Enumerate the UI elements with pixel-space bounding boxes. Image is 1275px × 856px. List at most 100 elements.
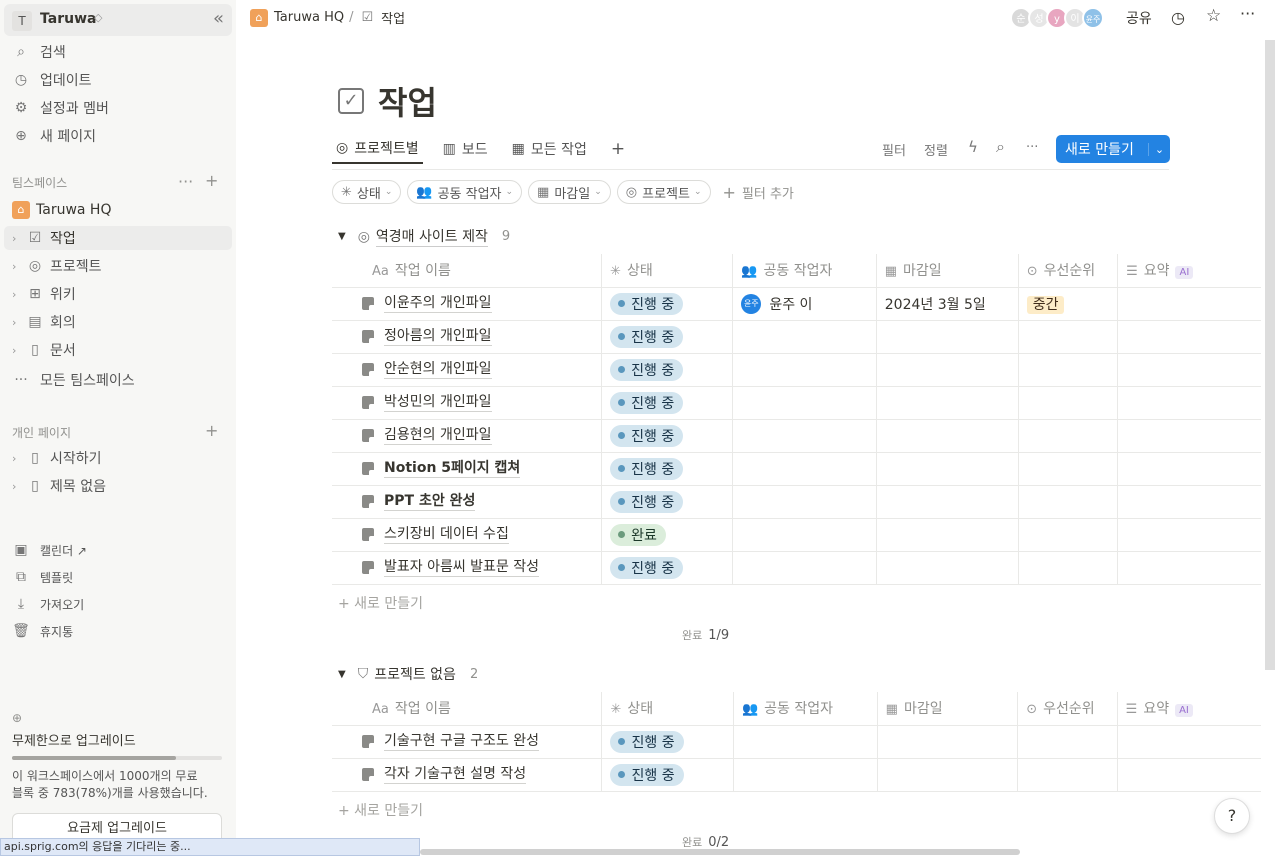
- workspace-switcher[interactable]: T Taruwa ◇ «: [4, 4, 232, 36]
- chevron-right-icon[interactable]: ›: [12, 344, 20, 357]
- priority-cell[interactable]: [1018, 518, 1119, 552]
- group-header[interactable]: ▼ ⛉ 프로젝트 없음 2: [338, 664, 478, 684]
- table-row[interactable]: 기술구현 구글 구조도 완성 진행 중: [332, 725, 1261, 759]
- collaborator-avatars[interactable]: 순 성 y 이 윤주: [1010, 7, 1104, 29]
- breadcrumb-page[interactable]: 작업: [381, 8, 405, 27]
- collaborator-cell[interactable]: [732, 419, 877, 453]
- teamspace-more-icon[interactable]: ···: [178, 172, 193, 191]
- status-cell[interactable]: 진행 중: [601, 485, 734, 519]
- tab-view[interactable]: ▦ 모든 작업: [508, 134, 591, 164]
- tab-view[interactable]: ◎ 프로젝트별: [332, 134, 423, 164]
- status-cell[interactable]: 완료: [601, 518, 734, 552]
- favorite-star-icon[interactable]: ☆: [1206, 6, 1221, 26]
- summary-cell[interactable]: [1117, 452, 1261, 486]
- new-row-button[interactable]: + 새로 만들기: [338, 800, 423, 820]
- task-name-cell[interactable]: 안순현의 개인파일: [332, 353, 603, 387]
- task-name-cell[interactable]: 이윤주의 개인파일: [332, 287, 603, 321]
- help-button[interactable]: ?: [1214, 798, 1250, 834]
- priority-cell[interactable]: [1018, 386, 1119, 420]
- sidebar-item-personal[interactable]: › ▯ 시작하기: [12, 446, 102, 470]
- column-header[interactable]: Aa 작업 이름: [332, 254, 603, 288]
- sidebar-item-team[interactable]: › ▤ 회의: [12, 310, 76, 334]
- collaborator-cell[interactable]: [732, 485, 877, 519]
- history-icon[interactable]: ◷: [1171, 8, 1185, 27]
- collaborator-cell[interactable]: [732, 452, 877, 486]
- collaborator-cell[interactable]: [732, 518, 877, 552]
- summary-cell[interactable]: [1117, 518, 1261, 552]
- column-header[interactable]: ⊙ 우선순위: [1018, 254, 1119, 288]
- priority-cell[interactable]: [1018, 320, 1119, 354]
- chevron-right-icon[interactable]: ›: [12, 288, 20, 301]
- filter-chip[interactable]: ▦ 마감일 ⌄: [528, 180, 611, 204]
- task-name-cell[interactable]: 김용현의 개인파일: [332, 419, 603, 453]
- task-name[interactable]: 박성민의 개인파일: [340, 393, 593, 412]
- sidebar-item[interactable]: ◷ 업데이트: [12, 68, 92, 92]
- chevron-right-icon[interactable]: ›: [12, 316, 20, 329]
- triangle-down-icon[interactable]: ▼: [338, 231, 346, 242]
- task-name-cell[interactable]: PPT 초안 완성: [332, 485, 603, 519]
- summary-cell[interactable]: [1117, 725, 1261, 759]
- table-row[interactable]: 스키장비 데이터 수집 완료: [332, 518, 1261, 552]
- more-icon[interactable]: ···: [1026, 140, 1038, 155]
- due-date-cell[interactable]: [876, 551, 1019, 585]
- table-row[interactable]: 발표자 아름씨 발표문 작성 진행 중: [332, 551, 1261, 585]
- sidebar-item-taruwa-hq[interactable]: ⌂ Taruwa HQ: [12, 198, 111, 222]
- summary-cell[interactable]: [1117, 353, 1261, 387]
- table-row[interactable]: PPT 초안 완성 진행 중: [332, 485, 1261, 519]
- task-name[interactable]: 기술구현 구글 구조도 완성: [340, 732, 593, 751]
- task-name[interactable]: 각자 기술구현 설명 작성: [340, 765, 593, 784]
- task-name[interactable]: PPT 초안 완성: [340, 492, 593, 511]
- chevron-right-icon[interactable]: ›: [12, 480, 20, 493]
- table-row[interactable]: 박성민의 개인파일 진행 중: [332, 386, 1261, 420]
- table-row[interactable]: 각자 기술구현 설명 작성 진행 중: [332, 758, 1261, 792]
- due-date-cell[interactable]: [876, 320, 1019, 354]
- sidebar-item-team[interactable]: › ◎ 프로젝트: [12, 254, 102, 278]
- group-calculation[interactable]: 완료 1/9: [682, 627, 729, 643]
- collaborator-cell[interactable]: [732, 551, 877, 585]
- column-header[interactable]: ⊙ 우선순위: [1017, 692, 1118, 726]
- table-row[interactable]: 안순현의 개인파일 진행 중: [332, 353, 1261, 387]
- due-date-cell[interactable]: [876, 386, 1019, 420]
- share-button[interactable]: 공유: [1126, 8, 1152, 28]
- sidebar-item-bottom[interactable]: ▣ 캘린더 ↗: [12, 538, 87, 562]
- filter-chip[interactable]: ◎ 프로젝트 ⌄: [616, 180, 711, 204]
- summary-cell[interactable]: [1117, 386, 1261, 420]
- collapse-sidebar-icon[interactable]: «: [213, 8, 224, 29]
- collaborator-cell[interactable]: [732, 353, 877, 387]
- column-header[interactable]: ▦ 마감일: [876, 254, 1019, 288]
- task-name[interactable]: 발표자 아름씨 발표문 작성: [340, 558, 593, 577]
- due-date-cell[interactable]: [876, 353, 1019, 387]
- status-cell[interactable]: 진행 중: [601, 320, 734, 354]
- search-icon[interactable]: ⌕: [996, 137, 1005, 157]
- status-cell[interactable]: 진행 중: [601, 725, 734, 759]
- priority-cell[interactable]: 중간: [1018, 287, 1119, 321]
- sidebar-item-bottom[interactable]: 🗑 휴지통: [12, 619, 73, 643]
- task-name-cell[interactable]: Notion 5페이지 캡쳐: [332, 452, 603, 486]
- due-date-cell[interactable]: [877, 725, 1019, 759]
- priority-cell[interactable]: [1018, 452, 1119, 486]
- summary-cell[interactable]: [1117, 758, 1261, 792]
- breadcrumb-home[interactable]: Taruwa HQ: [274, 10, 344, 25]
- collaborator-cell[interactable]: [732, 386, 877, 420]
- chevron-right-icon[interactable]: ›: [12, 232, 20, 245]
- sidebar-item-bottom[interactable]: ⤓ 가져오기: [12, 592, 84, 616]
- due-date-cell[interactable]: [876, 452, 1019, 486]
- add-view-button[interactable]: +: [607, 134, 629, 164]
- column-header[interactable]: 👥 공동 작업자: [732, 254, 877, 288]
- status-cell[interactable]: 진행 중: [601, 758, 734, 792]
- due-date-cell[interactable]: [876, 419, 1019, 453]
- task-name[interactable]: 스키장비 데이터 수집: [340, 525, 593, 544]
- task-name[interactable]: Notion 5페이지 캡쳐: [340, 459, 593, 478]
- task-name-cell[interactable]: 각자 기술구현 설명 작성: [332, 758, 603, 792]
- column-header[interactable]: ☰ 요약 AI: [1117, 692, 1261, 726]
- sidebar-item-bottom[interactable]: ⧉ 템플릿: [12, 565, 73, 589]
- sidebar-item-team[interactable]: › ☑ 작업: [4, 226, 232, 250]
- chevron-right-icon[interactable]: ›: [12, 260, 20, 273]
- sidebar-item-team[interactable]: › ⊞ 위키: [12, 282, 76, 306]
- due-date-cell[interactable]: [877, 758, 1019, 792]
- column-header[interactable]: Aa 작업 이름: [332, 692, 603, 726]
- status-cell[interactable]: 진행 중: [601, 353, 734, 387]
- task-name[interactable]: 정아름의 개인파일: [340, 327, 593, 346]
- table-row[interactable]: 이윤주의 개인파일 진행 중 윤주 윤주 이 2024년 3월 5일 중간: [332, 287, 1261, 321]
- group-calculation[interactable]: 완료 0/2: [682, 834, 729, 850]
